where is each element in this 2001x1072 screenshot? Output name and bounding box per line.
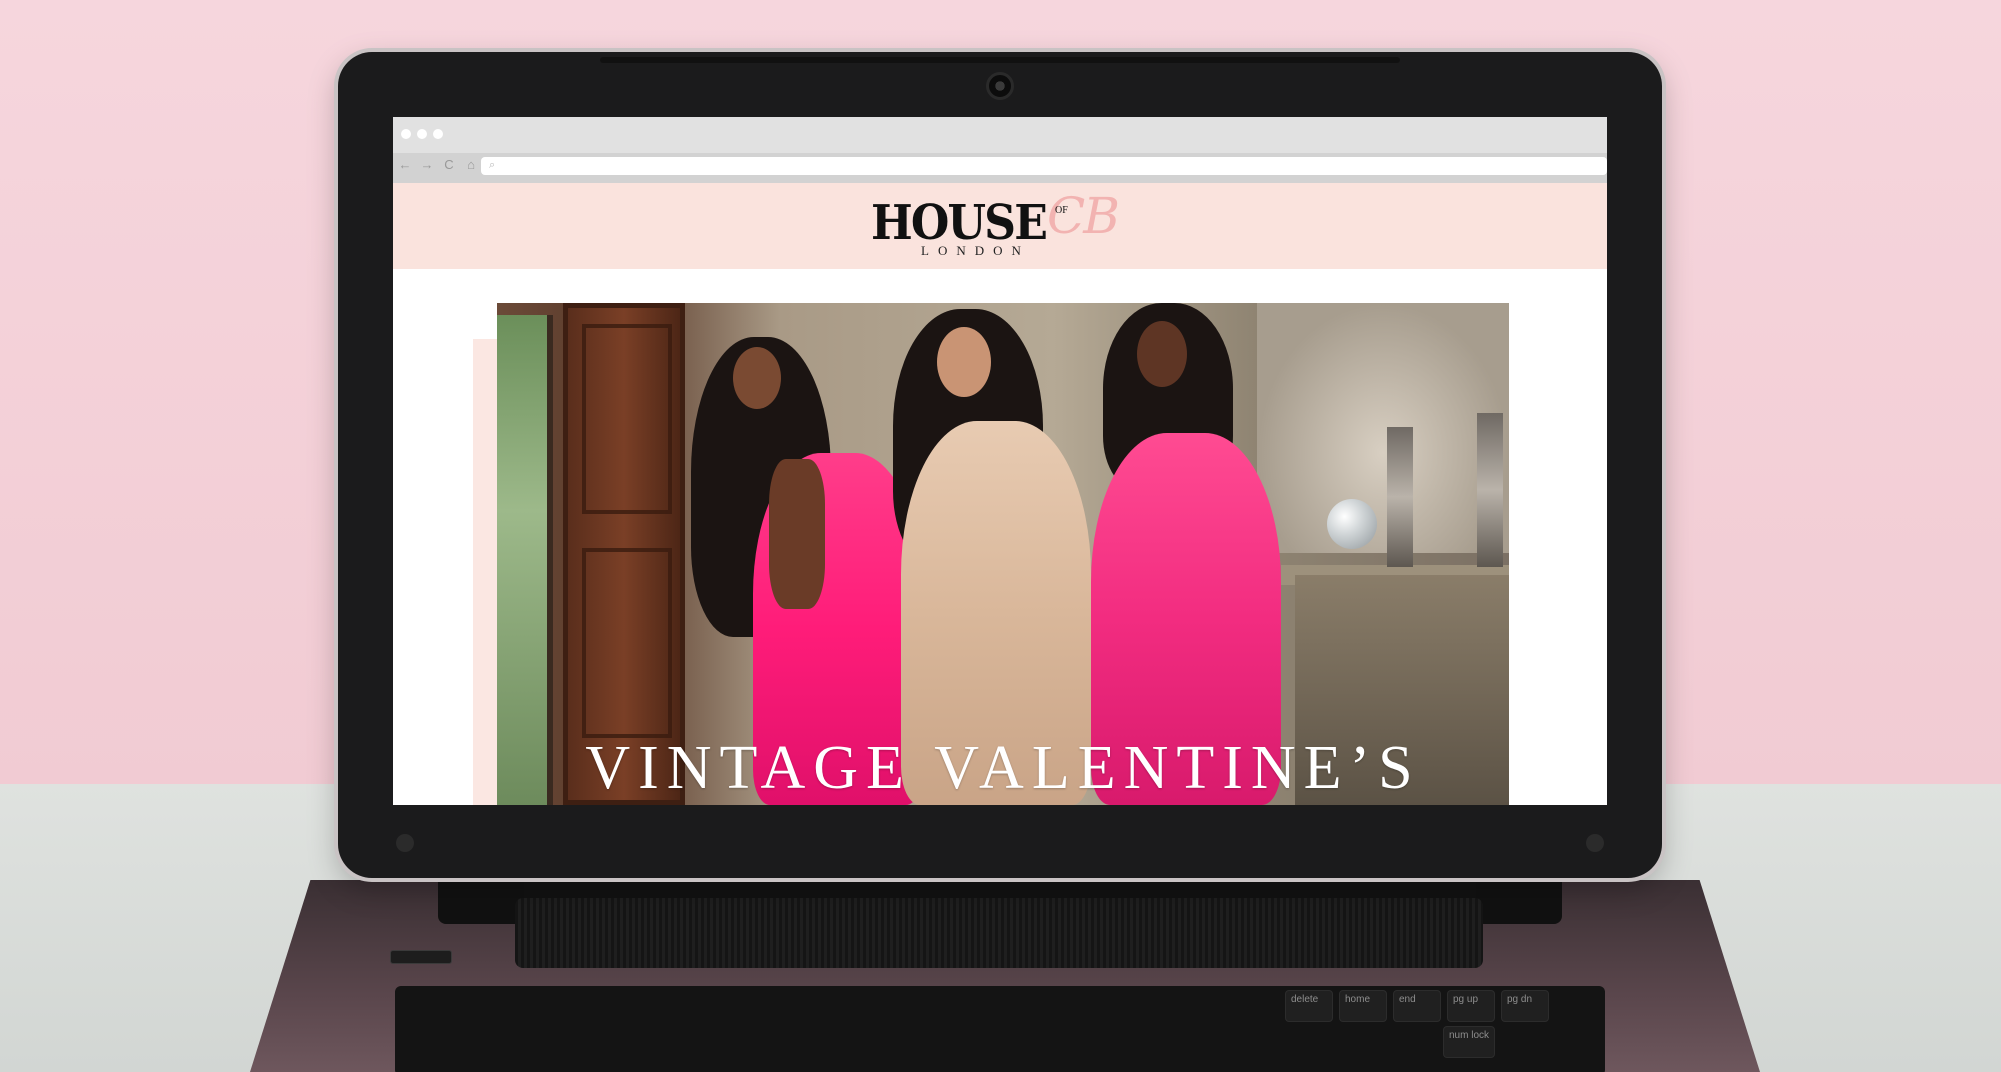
speaker-grille [515,898,1483,968]
key-home[interactable]: home [1339,990,1387,1022]
key-page-down[interactable]: pg dn [1501,990,1549,1022]
browser-window: ← → C ⌂ ⌕ HOUSE CB OF LONDON VINTAGE VAL… [393,117,1607,805]
candlestick [1387,427,1413,567]
door-panel [582,548,672,738]
logo-word-london: LONDON [921,243,1030,258]
hero-banner[interactable]: VINTAGE VALENTINE’S [497,303,1509,805]
window-control-dot[interactable] [401,129,411,139]
model-left-back [769,459,825,609]
reload-icon[interactable]: C [441,157,457,172]
lid-edge [600,57,1400,63]
key-num-lock[interactable]: num lock [1443,1026,1495,1058]
forward-arrow-icon[interactable]: → [419,157,435,172]
laptop-hinge-bar [450,880,1550,898]
hero-title: VINTAGE VALENTINE’S [585,734,1421,802]
logo-word-of: OF [1055,205,1068,216]
indicator-light-right [1586,834,1604,852]
model-right-face [1137,321,1187,387]
model-center-face [937,327,991,397]
window-control-dot[interactable] [433,129,443,139]
background-door [563,303,685,805]
window-control-dot[interactable] [417,129,427,139]
home-icon[interactable]: ⌂ [463,157,479,172]
key-page-up[interactable]: pg up [1447,990,1495,1022]
webcam [986,72,1014,100]
side-accent-block [473,339,497,805]
glass-globe [1327,499,1377,549]
key-delete[interactable]: delete [1285,990,1333,1022]
keyboard: delete home end pg up pg dn num lock [395,986,1605,1072]
address-bar[interactable]: ⌕ [481,157,1607,175]
power-button[interactable] [390,950,452,964]
background-mirror [1257,303,1509,553]
door-panel [582,324,672,514]
search-icon: ⌕ [489,159,496,171]
navigation-buttons: ← → C ⌂ [397,157,479,172]
key-end[interactable]: end [1393,990,1441,1022]
window-controls [401,129,443,139]
model-left-face [733,347,781,409]
browser-title-bar [393,117,1607,153]
indicator-light-left [396,834,414,852]
house-of-cb-logo[interactable]: HOUSE CB OF LONDON [871,187,1131,259]
background-window [497,315,553,805]
back-arrow-icon[interactable]: ← [397,157,413,172]
logo-script-cb: CB [1047,187,1120,245]
candlestick [1477,413,1503,567]
